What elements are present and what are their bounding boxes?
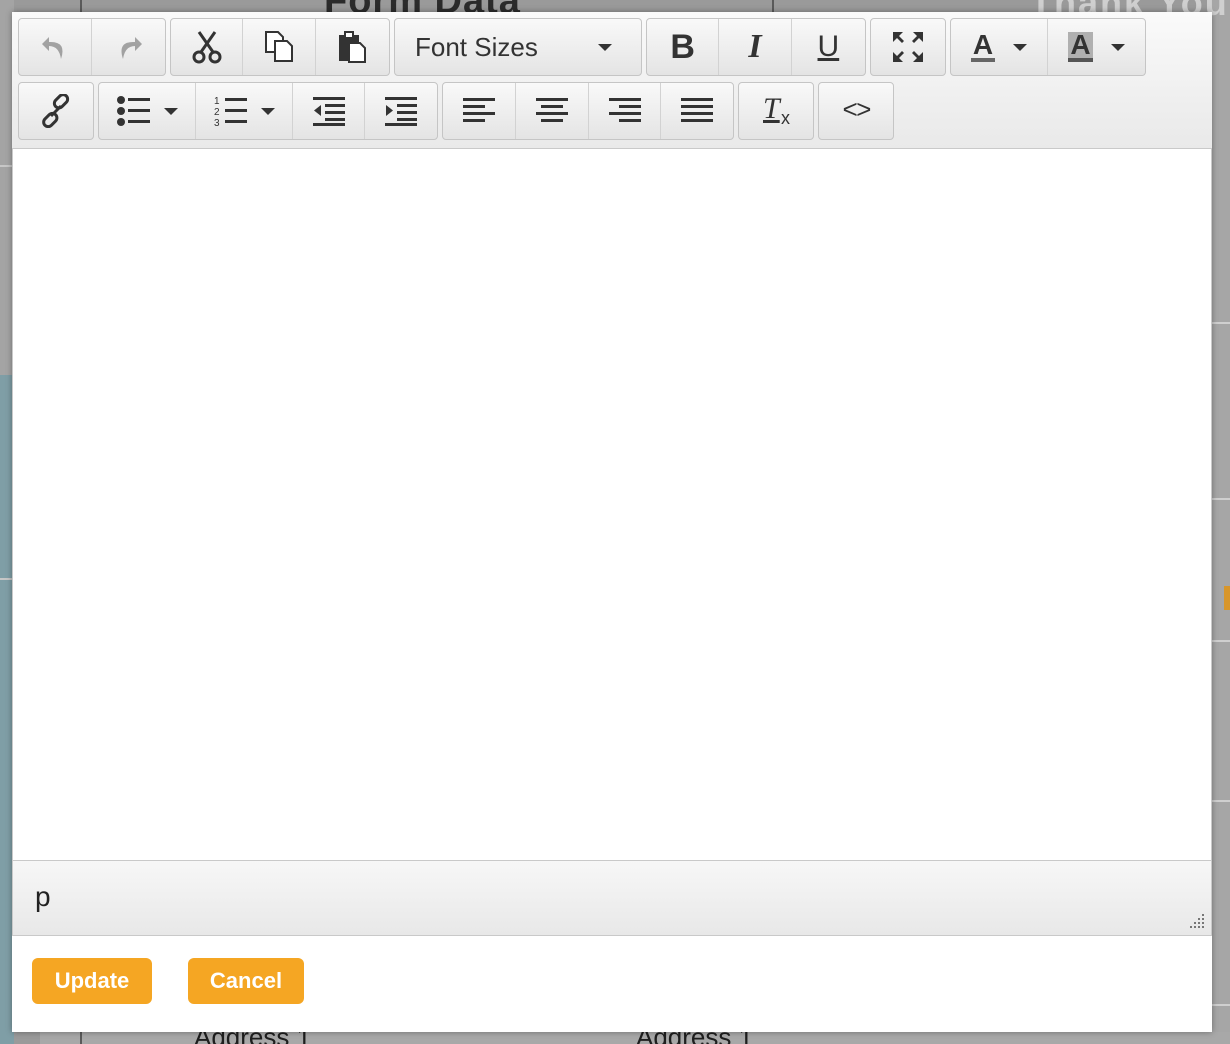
numbered-list-icon: 1 2 3 [214, 96, 247, 128]
editor-statusbar: p [12, 860, 1212, 936]
svg-text:1: 1 [214, 96, 220, 107]
resize-handle-icon[interactable] [1187, 911, 1205, 929]
list-indent-group: 1 2 3 [98, 82, 438, 140]
bullet-list-icon [117, 96, 150, 126]
background-orange-marker [1224, 586, 1230, 610]
source-code-group: <> [818, 82, 894, 140]
background-color-button[interactable]: A [1048, 19, 1145, 75]
source-code-button[interactable]: <> [819, 83, 893, 139]
background-right-strip [1210, 0, 1230, 1044]
svg-text:3: 3 [214, 118, 220, 128]
background-divider [1210, 498, 1230, 500]
text-color-button[interactable]: A [951, 19, 1048, 75]
align-center-icon [536, 98, 568, 122]
text-style-group: B I U [646, 18, 866, 76]
font-sizes-label: Font Sizes [415, 31, 538, 62]
indent-icon [385, 97, 417, 126]
background-color-icon: A [1068, 29, 1093, 62]
align-justify-icon [681, 98, 713, 122]
chevron-down-icon [261, 107, 275, 115]
fullscreen-button[interactable] [871, 19, 945, 75]
chevron-down-icon [164, 107, 178, 115]
background-divider [1210, 800, 1230, 802]
bold-icon: B [670, 27, 695, 66]
link-button[interactable] [19, 83, 93, 139]
editor-content-area[interactable] [12, 149, 1212, 860]
text-color-label: A [972, 29, 994, 60]
cut-button[interactable] [171, 19, 244, 75]
copy-icon [265, 31, 294, 62]
underline-button[interactable]: U [792, 19, 865, 75]
clear-formatting-sub: x [781, 108, 790, 128]
redo-icon [121, 37, 142, 59]
underline-icon: U [817, 30, 840, 63]
clear-format-group: T x [738, 82, 814, 140]
undo-button[interactable] [19, 19, 92, 75]
background-divider [1210, 640, 1230, 642]
paste-button[interactable] [316, 19, 389, 75]
alignment-group [442, 82, 734, 140]
bold-button[interactable]: B [647, 19, 720, 75]
cancel-button[interactable]: Cancel [188, 958, 304, 1004]
svg-text:2: 2 [214, 107, 220, 118]
copy-button[interactable] [243, 19, 316, 75]
outdent-button[interactable] [293, 83, 365, 139]
background-divider [1210, 1004, 1230, 1006]
fullscreen-group [870, 18, 946, 76]
chevron-down-icon [1110, 43, 1125, 51]
align-left-button[interactable] [443, 83, 516, 139]
italic-icon: I [748, 28, 762, 65]
align-justify-button[interactable] [661, 83, 733, 139]
font-sizes-group: Font Sizes [394, 18, 642, 76]
history-group [18, 18, 166, 76]
dialog-actions: Update Cancel [12, 936, 1212, 1032]
align-left-icon [463, 98, 495, 122]
background-color-label: A [1070, 29, 1091, 60]
font-sizes-dropdown[interactable]: Font Sizes [395, 19, 641, 75]
clear-formatting-icon: T x [759, 92, 793, 128]
background-column-line [80, 1032, 82, 1044]
editor-toolbar: Font Sizes B I U A A 1 2 3 T x <> [12, 12, 1212, 149]
undo-icon [42, 37, 63, 59]
background-divider [1210, 322, 1230, 324]
chevron-down-icon [1013, 43, 1028, 51]
text-color-icon: A [970, 29, 996, 62]
paste-icon [339, 31, 367, 63]
align-right-icon [608, 98, 641, 122]
numbered-list-button[interactable]: 1 2 3 [196, 83, 293, 139]
fullscreen-icon [893, 32, 923, 62]
color-group: A A [950, 18, 1146, 76]
code-icon: <> [842, 96, 871, 126]
align-right-button[interactable] [589, 83, 661, 139]
clear-formatting-button[interactable]: T x [739, 83, 813, 139]
redo-button[interactable] [92, 19, 165, 75]
clear-formatting-label: T [763, 92, 780, 125]
chevron-down-icon [597, 43, 612, 51]
italic-button[interactable]: I [719, 19, 792, 75]
update-button[interactable]: Update [32, 958, 152, 1004]
background-column-line [772, 0, 774, 12]
align-center-button[interactable] [516, 83, 589, 139]
rich-text-editor-dialog: Font Sizes B I U A A 1 2 3 T x <> p Upda… [12, 12, 1212, 1032]
background-column-line [80, 0, 82, 12]
indent-button[interactable] [365, 83, 437, 139]
element-path[interactable]: p [35, 881, 51, 913]
link-group [18, 82, 94, 140]
bullet-list-button[interactable] [99, 83, 196, 139]
outdent-icon [312, 97, 345, 126]
scissors-icon [192, 31, 222, 64]
clipboard-group [170, 18, 390, 76]
link-icon [42, 94, 70, 128]
